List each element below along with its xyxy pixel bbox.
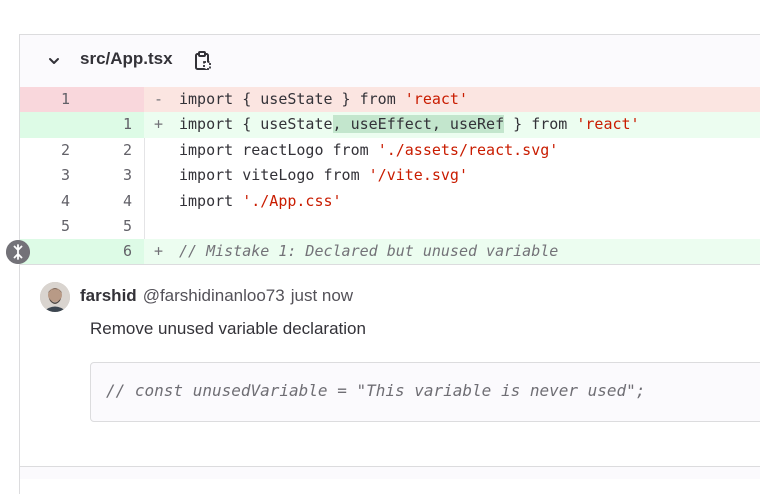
code-string: 'react' (404, 90, 468, 108)
suggestion-block: // const unusedVariable = "This variable… (90, 362, 760, 422)
code-line: import reactLogo from './assets/react.sv… (179, 138, 558, 163)
code-line: import viteLogo from '/vite.svg' (179, 163, 468, 188)
file-name[interactable]: src/App.tsx (80, 49, 173, 69)
new-line-number[interactable]: 1 (82, 112, 144, 138)
diff-marker: + (154, 242, 164, 261)
code-string: 'react' (576, 115, 640, 134)
gutter-divider (144, 213, 145, 240)
note-timestamp[interactable]: just now (291, 286, 353, 305)
code-comment: // Mistake 1: Declared but unused variab… (179, 242, 559, 261)
diff-line-deleted: 1 - import { useState } from 'react' (20, 87, 760, 113)
gutter-divider (144, 163, 145, 189)
diff-line-added: 1 + import { useState, useEffect, useRef… (20, 112, 760, 138)
note-footer (20, 466, 760, 479)
new-line-number[interactable]: 3 (82, 163, 144, 188)
new-line-number[interactable]: 6 (82, 239, 144, 265)
author-handle[interactable]: @farshidinanloo73 (143, 286, 285, 305)
old-line-number[interactable]: 4 (20, 189, 82, 214)
note-header: farshid @farshidinanloo73 just now (80, 286, 353, 306)
code-text: import reactLogo from (179, 140, 378, 159)
code-string: './assets/react.svg' (377, 140, 559, 159)
diff-marker: - (154, 90, 164, 108)
diff-line-context: 5 5 (20, 213, 760, 240)
new-line-number[interactable]: 5 (82, 214, 144, 239)
code-text: } from (504, 115, 577, 134)
review-note: farshid @farshidinanloo73 just now Remove … (20, 264, 760, 465)
author-name[interactable]: farshid (80, 286, 137, 305)
new-line-number[interactable]: 2 (82, 138, 144, 163)
file-header: src/App.tsx (20, 35, 760, 88)
code-text: import { useState (179, 115, 333, 134)
copy-file-path-icon[interactable] (192, 49, 214, 73)
new-line-number[interactable] (82, 87, 144, 113)
old-line-number[interactable] (20, 112, 82, 138)
code-highlight: , useEffect, useRef (332, 115, 505, 134)
diff-table: 1 - import { useState } from 'react' 1 +… (20, 87, 760, 265)
gutter-divider (144, 137, 145, 164)
old-line-number[interactable]: 1 (20, 87, 82, 113)
code-line: import { useState } from 'react' (179, 87, 468, 112)
old-line-number[interactable]: 5 (20, 214, 82, 239)
old-line-number[interactable]: 3 (20, 163, 82, 188)
gutter-divider (144, 188, 145, 214)
new-line-number[interactable]: 4 (82, 189, 144, 214)
code-line: import { useState, useEffect, useRef } f… (179, 112, 640, 137)
suggestion-code: // const unusedVariable = "This variable… (106, 381, 646, 400)
code-text: import viteLogo from (179, 166, 369, 185)
user-avatar[interactable] (40, 282, 70, 312)
code-string: './App.css' (242, 191, 342, 210)
chevron-down-icon[interactable] (46, 53, 62, 69)
note-body: Remove unused variable declaration (90, 319, 366, 338)
code-line: import './App.css' (179, 189, 342, 214)
comment-collapse-icon[interactable] (6, 240, 30, 264)
diff-line-context: 4 4 import './App.css' (20, 188, 760, 214)
diff-line-context: 3 3 import viteLogo from '/vite.svg' (20, 163, 760, 189)
code-string: '/vite.svg' (368, 166, 468, 185)
old-line-number[interactable]: 2 (20, 138, 82, 163)
diff-marker: + (154, 115, 164, 134)
code-text: import { useState } from (179, 90, 405, 108)
code-text: import (179, 191, 243, 210)
diff-line-context: 2 2 import reactLogo from './assets/reac… (20, 137, 760, 164)
diff-line-added: 6 + // Mistake 1: Declared but unused va… (20, 239, 760, 265)
